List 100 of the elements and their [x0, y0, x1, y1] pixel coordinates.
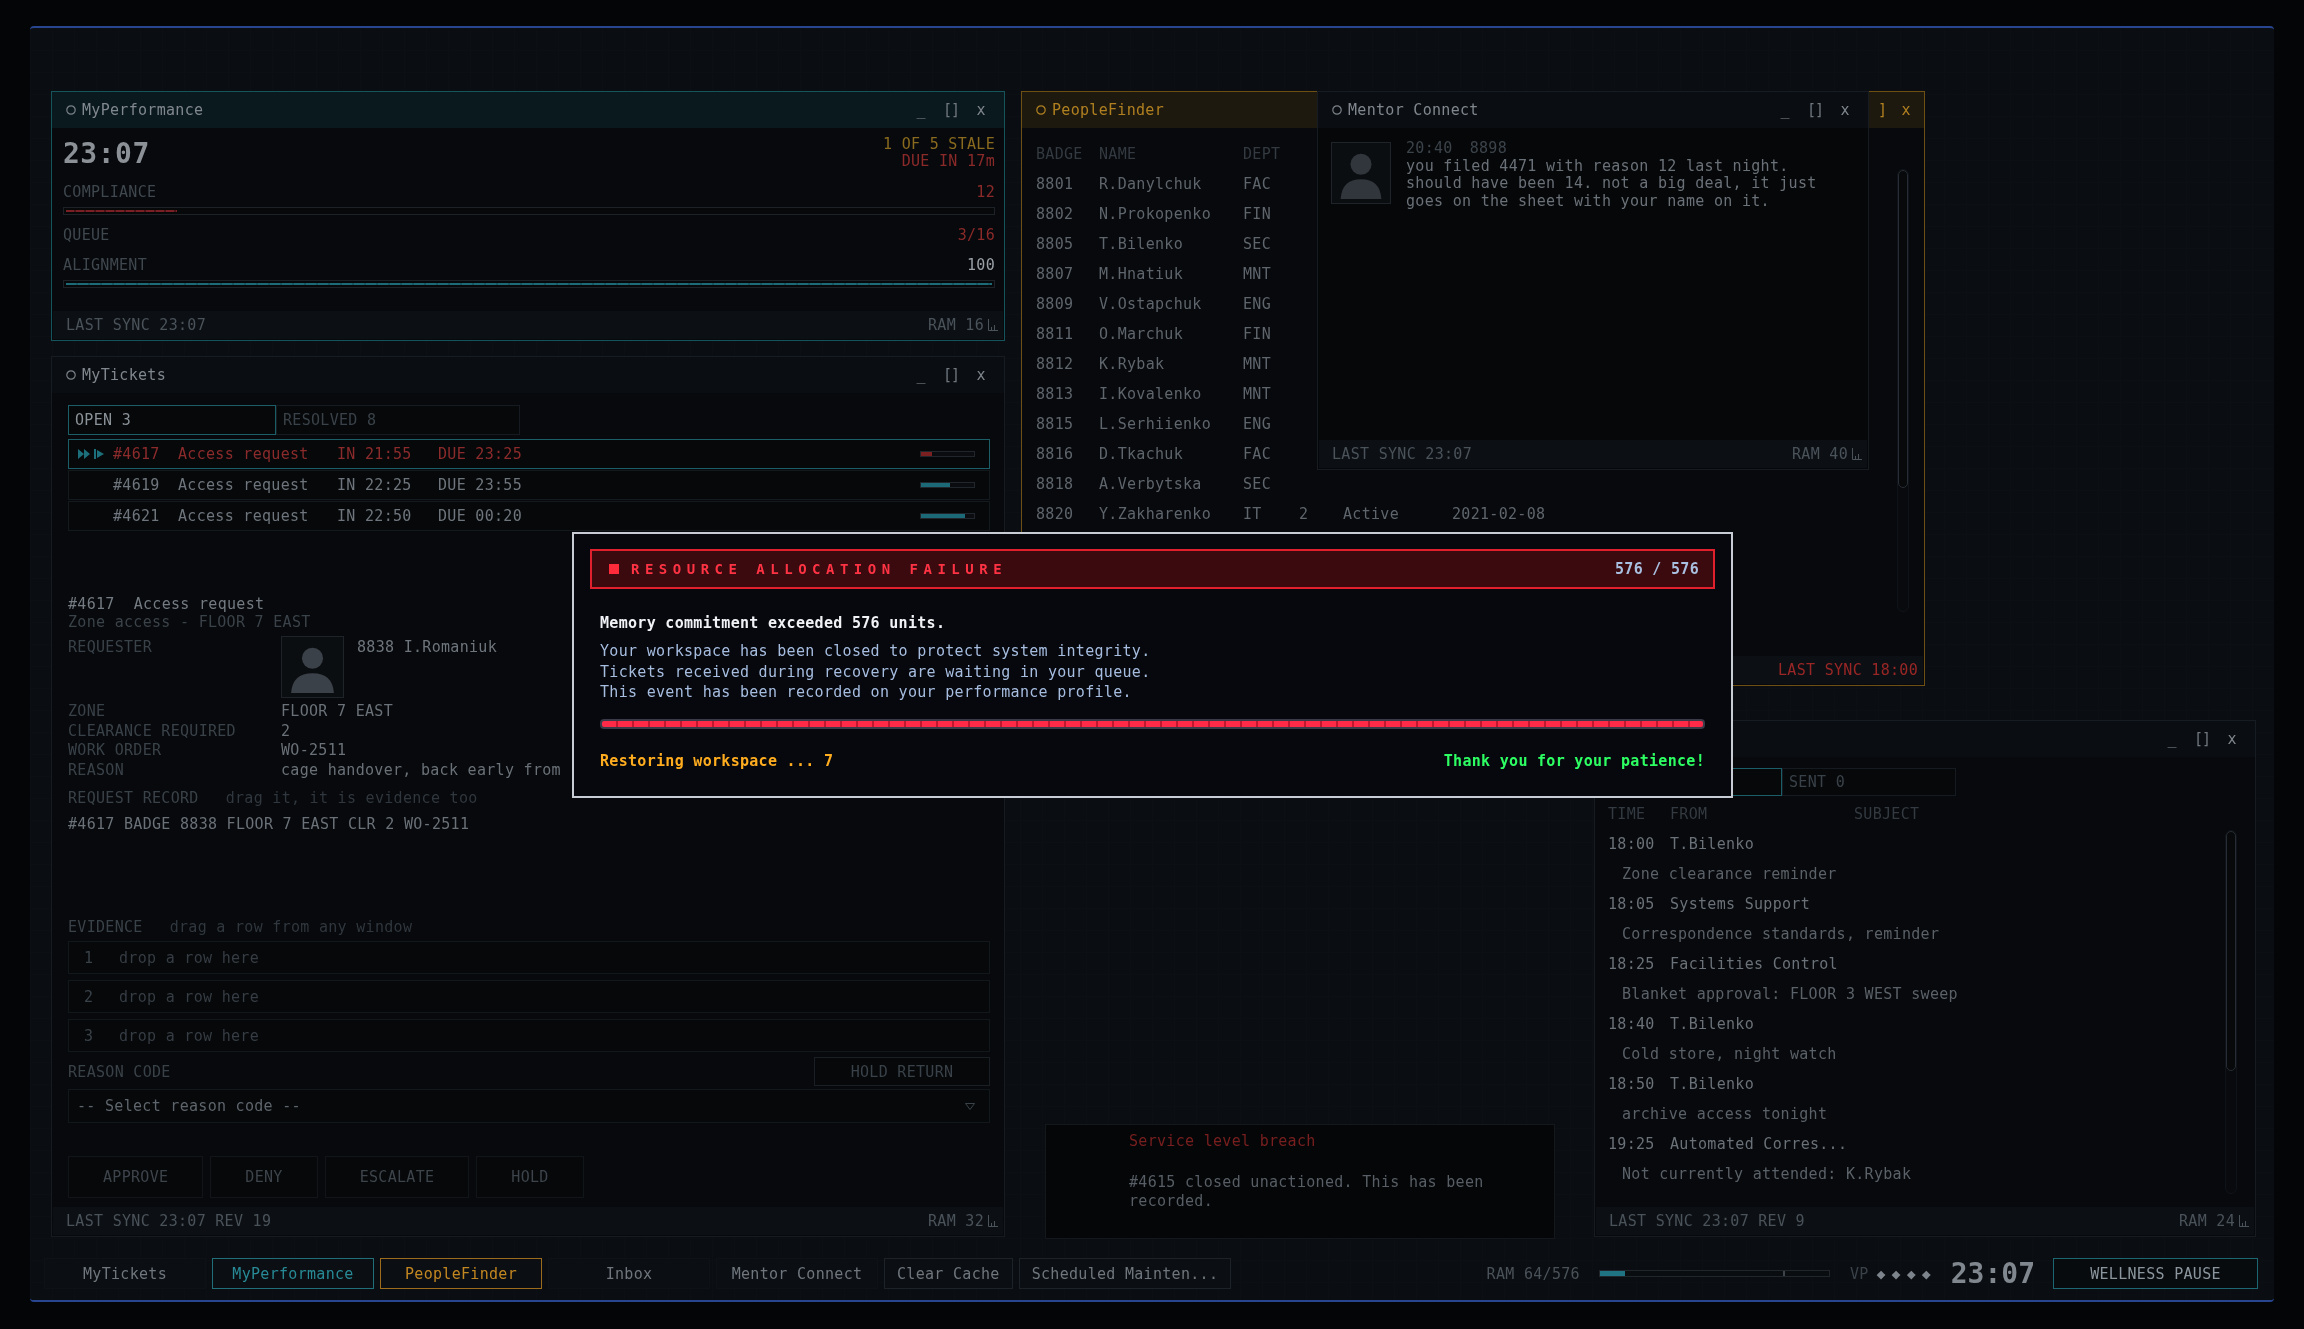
ram-text: RAM 24: [2179, 1212, 2235, 1230]
ticket-row[interactable]: #4621 Access request IN 22:50 DUE 00:20: [68, 501, 990, 531]
taskbar-button[interactable]: Clear Cache: [884, 1258, 1013, 1289]
window-title: MyTickets: [82, 366, 166, 384]
table-cell: K.Rybak: [1099, 355, 1165, 373]
table-cell: MNT: [1243, 355, 1271, 373]
table-cell: 2: [1299, 505, 1309, 523]
request-record[interactable]: #4617 BADGE 8838 FLOOR 7 EAST CLR 2 WO-2511: [68, 815, 470, 833]
received-time: IN 22:25: [337, 476, 413, 494]
wellness-pause-button[interactable]: WELLNESS PAUSE: [2053, 1258, 2258, 1289]
minimize-button[interactable]: _: [2157, 727, 2187, 751]
ram-text: RAM 32: [928, 1212, 984, 1230]
field-label: REQUESTER: [68, 637, 153, 656]
metric-value: 100: [967, 255, 995, 275]
caret-icon: [965, 1102, 975, 1110]
scrollbar-thumb[interactable]: [2226, 831, 2236, 1071]
message-subject[interactable]: Not currently attended: K.Rybak: [1622, 1165, 1912, 1183]
ticket-id: #4619: [113, 476, 161, 494]
field-label: EVIDENCE: [68, 918, 143, 936]
clock-text: 23:07: [1950, 1258, 2035, 1289]
table-cell: FAC: [1243, 445, 1271, 463]
message-subject[interactable]: Correspondence standards, reminder: [1622, 925, 1940, 943]
sync-text: LAST SYNC 23:07: [66, 316, 206, 334]
close-button[interactable]: x: [2217, 727, 2247, 751]
ticket-id: #4621: [113, 507, 161, 525]
minimize-button[interactable]: _: [906, 98, 936, 122]
taskbar-button[interactable]: Mentor Connect: [716, 1258, 878, 1289]
vp-label: VP: [1849, 1264, 1869, 1283]
dialog-headline: Memory commitment exceeded 576 units.: [600, 614, 946, 632]
close-button[interactable]: x: [1894, 98, 1918, 122]
field-label: CLEARANCE REQUIRED: [68, 721, 237, 741]
tab[interactable]: OPEN 3: [68, 405, 276, 435]
ram-text: RAM 64/576: [1486, 1264, 1580, 1283]
ram-text: RAM 16: [928, 316, 984, 334]
table-cell: MNT: [1243, 385, 1271, 403]
table-cell: 8805: [1036, 235, 1074, 253]
table-cell: 8813: [1036, 385, 1074, 403]
table-cell: M.Hnatiuk: [1099, 265, 1183, 283]
square-icon: [609, 564, 619, 574]
fast-forward-icon: [78, 449, 104, 459]
reason-select[interactable]: -- Select reason code --: [68, 1089, 990, 1123]
taskbar-button[interactable]: Inbox: [548, 1258, 710, 1289]
message-subject[interactable]: archive access tonight: [1622, 1105, 1828, 1123]
table-cell: Active: [1343, 505, 1399, 523]
table-cell: 8818: [1036, 475, 1074, 493]
message-time: 18:05: [1608, 895, 1656, 913]
field-value: WO-2511: [281, 741, 347, 761]
message-time: 19:25: [1608, 1135, 1656, 1153]
scrollbar-thumb[interactable]: [1898, 170, 1908, 488]
message-text: you filed 4471 with reason 12 last night. should have been 14. not a big deal, it just goes on the sheet with your name on it.: [1406, 157, 1818, 210]
close-button[interactable]: x: [1830, 98, 1860, 122]
received-time: IN 22:50: [337, 507, 413, 525]
received-time: IN 21:55: [337, 445, 413, 463]
window-title: MyPerformance: [82, 101, 204, 119]
circle-icon: [1036, 105, 1046, 115]
table-cell: 8809: [1036, 295, 1074, 313]
taskbar-button[interactable]: Scheduled Mainten...: [1018, 1258, 1232, 1289]
ticket-id: #4617: [113, 445, 161, 463]
ticket-type: Access request: [178, 507, 310, 525]
bar-chart-icon: [1852, 448, 1862, 460]
dialog-message: Tickets received during recovery are waiting in your queue.: [600, 661, 1151, 682]
metric-label: COMPLIANCE: [63, 182, 157, 202]
taskbar-button[interactable]: MyTickets: [44, 1258, 206, 1289]
message-subject[interactable]: Cold store, night watch: [1622, 1045, 1837, 1063]
alert-text: 1 OF 5 STALE: [883, 136, 995, 153]
maximize-button[interactable]: []: [2187, 727, 2217, 751]
maximize-button[interactable]: []: [936, 363, 966, 387]
message-subject[interactable]: Zone clearance reminder: [1622, 865, 1837, 883]
message-time: 18:40: [1608, 1015, 1656, 1033]
drop-hint: drop a row here: [119, 948, 259, 967]
taskbar-button[interactable]: MyPerformance: [212, 1258, 374, 1289]
table-cell: 8811: [1036, 325, 1074, 343]
drop-hint: drop a row here: [119, 987, 259, 1006]
due-time: DUE 00:20: [438, 507, 522, 525]
minimize-button[interactable]: _: [1770, 98, 1800, 122]
status-text: Restoring workspace ... 7: [600, 750, 834, 771]
message-sender: Automated Corres...: [1670, 1135, 1848, 1153]
circle-icon: [66, 370, 76, 380]
table-cell: FIN: [1243, 325, 1271, 343]
notice-title: Service level breach: [1129, 1132, 1316, 1150]
sync-text: LAST SYNC 23:07 REV 19: [66, 1212, 272, 1230]
close-button[interactable]: x: [966, 363, 996, 387]
message-time: 18:50: [1608, 1075, 1656, 1093]
close-button[interactable]: x: [966, 98, 996, 122]
message-sender: Systems Support: [1670, 895, 1810, 913]
maximize-button[interactable]: ]: [1870, 98, 1894, 122]
maximize-button[interactable]: []: [936, 98, 966, 122]
table-cell: SEC: [1243, 235, 1271, 253]
ticket-row[interactable]: #4619 Access request IN 22:25 DUE 23:55: [68, 470, 990, 500]
taskbar-button[interactable]: PeopleFinder: [380, 1258, 542, 1289]
message-subject[interactable]: Blanket approval: FLOOR 3 WEST sweep: [1622, 985, 1958, 1003]
table-cell: T.Bilenko: [1099, 235, 1183, 253]
ticket-row[interactable]: #4617 Access request IN 21:55 DUE 23:25: [68, 439, 990, 469]
bar-chart-icon: [988, 319, 998, 331]
window-title: Mentor Connect: [1348, 101, 1479, 119]
table-cell: V.Ostapchuk: [1099, 295, 1202, 313]
minimize-button[interactable]: _: [906, 363, 936, 387]
field-label: REASON CODE: [68, 1062, 171, 1081]
maximize-button[interactable]: []: [1800, 98, 1830, 122]
vp-rating: ◆◆◆◆: [1876, 1264, 1937, 1283]
